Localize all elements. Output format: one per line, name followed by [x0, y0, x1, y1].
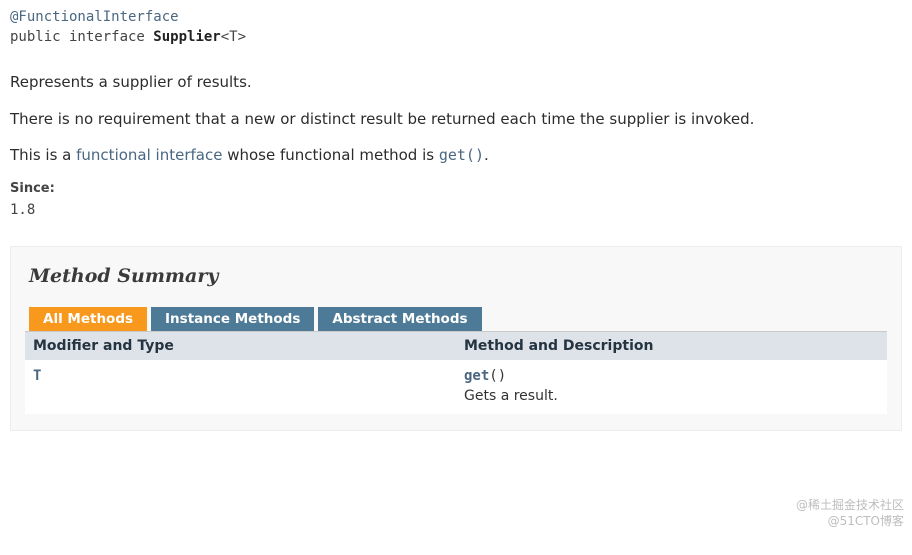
- method-desc: Gets a result.: [464, 388, 879, 404]
- annotation-link[interactable]: @FunctionalInterface: [10, 9, 179, 25]
- type-name: Supplier: [153, 29, 220, 45]
- col-modifier-type: Modifier and Type: [25, 331, 456, 360]
- text-fragment: .: [484, 146, 489, 164]
- description-para-1: Represents a supplier of results.: [10, 71, 902, 94]
- watermark: @稀土掘金技术社区 @51CTO博客: [796, 498, 904, 529]
- col-method-desc: Method and Description: [456, 331, 887, 360]
- text-fragment: whose functional method is: [222, 146, 438, 164]
- since-label: Since:: [10, 181, 902, 196]
- type-params: <T>: [221, 29, 246, 45]
- modifiers: public interface: [10, 29, 153, 45]
- method-summary: Method Summary All Methods Instance Meth…: [10, 246, 902, 431]
- get-method-link[interactable]: get(): [439, 146, 484, 164]
- method-name-link[interactable]: get: [464, 368, 489, 384]
- method-summary-heading: Method Summary: [29, 265, 887, 287]
- type-declaration: @FunctionalInterface public interface Su…: [10, 8, 902, 47]
- method-params: (): [489, 368, 506, 384]
- method-table: Modifier and Type Method and Description…: [25, 331, 887, 414]
- text-fragment: This is a: [10, 146, 76, 164]
- watermark-line: @51CTO博客: [796, 514, 904, 530]
- since-value: 1.8: [10, 202, 902, 218]
- tab-all-methods[interactable]: All Methods: [29, 307, 147, 331]
- tab-instance-methods[interactable]: Instance Methods: [151, 307, 314, 331]
- watermark-line: @稀土掘金技术社区: [796, 498, 904, 514]
- tab-abstract-methods[interactable]: Abstract Methods: [318, 307, 481, 331]
- description-para-2: There is no requirement that a new or di…: [10, 108, 902, 131]
- return-type-link[interactable]: T: [33, 368, 41, 384]
- functional-interface-link[interactable]: functional interface: [76, 146, 222, 164]
- table-row: T get() Gets a result.: [25, 360, 887, 414]
- description-para-3: This is a functional interface whose fun…: [10, 144, 902, 167]
- method-tabs: All Methods Instance Methods Abstract Me…: [25, 307, 887, 331]
